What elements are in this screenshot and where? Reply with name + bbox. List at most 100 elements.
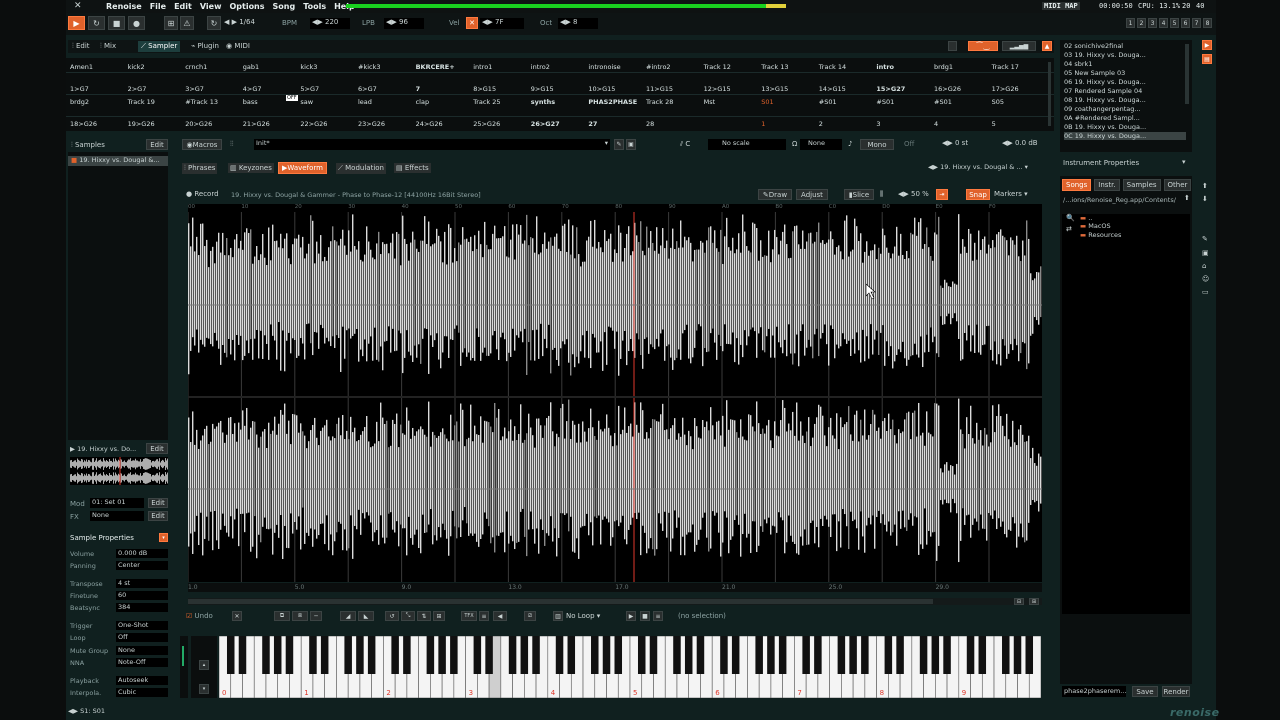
track-button-4[interactable]: 4 bbox=[1159, 18, 1168, 28]
octave-down-icon[interactable]: ▾ bbox=[199, 684, 209, 694]
home-icon[interactable]: ⌂ bbox=[1202, 262, 1206, 270]
macros-button[interactable]: ◉ Macros bbox=[182, 139, 222, 150]
piano-black-key[interactable] bbox=[861, 636, 869, 674]
matrix-cell[interactable]: 4>G7 bbox=[243, 85, 262, 93]
piano-black-key[interactable] bbox=[532, 636, 540, 674]
matrix-cell[interactable]: Track 19 bbox=[128, 98, 155, 106]
close-icon[interactable]: ✕ bbox=[74, 1, 82, 11]
crop-icon[interactable]: ⧄ bbox=[524, 611, 536, 621]
mono-button[interactable]: Mono bbox=[860, 139, 894, 150]
instrument-item[interactable]: 02 sonichive2final bbox=[1064, 42, 1186, 50]
transpose-field[interactable]: ◀▶ 0 st bbox=[942, 139, 968, 147]
matrix-cell[interactable]: 7 bbox=[416, 85, 421, 93]
matrix-cell[interactable]: kick2 bbox=[128, 63, 145, 71]
instrument-item[interactable]: 09 coathangerpentag... bbox=[1064, 105, 1186, 113]
zoom-out-icon[interactable]: ⊟ bbox=[1014, 598, 1024, 605]
tab-edit[interactable]: ⫶ Edit bbox=[72, 42, 90, 51]
loop-icon[interactable]: ▥ bbox=[553, 611, 563, 621]
matrix-cell[interactable]: Track 12 bbox=[704, 63, 731, 71]
piano-black-key[interactable] bbox=[262, 636, 270, 674]
piano-keyboard[interactable]: 0 1 2 3 4 5 6 7 8 9 bbox=[219, 636, 1041, 698]
matrix-cell[interactable]: PHAS2PHASE bbox=[588, 98, 637, 106]
piano-black-key[interactable] bbox=[567, 636, 576, 674]
menu-song[interactable]: Song bbox=[273, 2, 296, 11]
piano-black-key[interactable] bbox=[931, 636, 940, 674]
matrix-cell[interactable]: 5>G7 bbox=[300, 85, 319, 93]
piano-black-key[interactable] bbox=[755, 636, 763, 674]
prop-value-loop[interactable]: Off bbox=[116, 633, 168, 642]
matrix-cell[interactable]: S01 bbox=[761, 98, 773, 106]
piano-black-key[interactable] bbox=[696, 636, 705, 674]
matrix-cell[interactable]: lead bbox=[358, 98, 372, 106]
prop-value-panning[interactable]: Center bbox=[116, 561, 168, 570]
sample-mini-edit-button[interactable]: Edit bbox=[146, 443, 168, 454]
track-button-7[interactable]: 7 bbox=[1192, 18, 1201, 28]
copy-icon[interactable]: ⧉ bbox=[274, 611, 290, 621]
slice-button[interactable]: ▮ Slice bbox=[844, 189, 874, 200]
instrument-properties-header[interactable]: Instrument Properties ▾ bbox=[1060, 157, 1192, 169]
menu-file[interactable]: File bbox=[150, 2, 166, 11]
matrix-cell[interactable]: 10>G15 bbox=[588, 85, 615, 93]
tab-effects[interactable]: ▤ Effects bbox=[394, 163, 431, 173]
zoom-in-icon[interactable]: ⊞ bbox=[1029, 598, 1039, 605]
matrix-cell[interactable]: intro1 bbox=[473, 63, 492, 71]
piano-black-key[interactable] bbox=[238, 636, 247, 674]
matrix-cell[interactable]: 3 bbox=[876, 120, 880, 128]
matrix-cell[interactable]: 6>G7 bbox=[358, 85, 377, 93]
user-icon[interactable]: ☺ bbox=[1202, 275, 1209, 283]
piano-black-key[interactable] bbox=[367, 636, 376, 674]
prop-value-volume[interactable]: 0.000 dB bbox=[116, 549, 168, 558]
matrix-cell[interactable]: 9>G15 bbox=[531, 85, 554, 93]
track-button-2[interactable]: 2 bbox=[1137, 18, 1146, 28]
mod-edit-button[interactable]: Edit bbox=[148, 498, 168, 508]
instrument-item[interactable]: 0A #Rendered Sampl... bbox=[1064, 114, 1186, 122]
piano-black-key[interactable] bbox=[403, 636, 411, 674]
piano-black-key[interactable] bbox=[426, 636, 435, 674]
piano-black-key[interactable] bbox=[943, 636, 951, 674]
bottom-ruler[interactable]: 1.0 5.0 9.0 13.0 17.0 21.0 25.0 29.0 bbox=[188, 583, 1042, 592]
pencil-icon[interactable]: ✎ bbox=[1202, 235, 1208, 243]
editor-sample-select[interactable]: ◀▶ 19. Hixxy vs. Dougal & ... ▾ bbox=[928, 163, 1028, 171]
tab-mix[interactable]: ⫶ Mix bbox=[100, 42, 116, 51]
matrix-cell[interactable]: 2 bbox=[819, 120, 823, 128]
piano-black-key[interactable] bbox=[285, 636, 294, 674]
piano-black-key[interactable] bbox=[356, 636, 364, 674]
snap-button[interactable]: Snap bbox=[966, 189, 990, 200]
sample-selector[interactable]: ◀▶ S1: S01 bbox=[68, 707, 158, 717]
matrix-cell[interactable]: intronoise bbox=[588, 63, 620, 71]
piano-black-key[interactable] bbox=[520, 636, 529, 674]
matrix-cell[interactable]: 28 bbox=[646, 120, 654, 128]
matrix-cell[interactable]: 16>G26 bbox=[934, 85, 961, 93]
matrix-cell[interactable]: 13>G15 bbox=[761, 85, 788, 93]
menu-edit[interactable]: Edit bbox=[174, 2, 192, 11]
instrument-item[interactable]: 0C 19. Hixxy vs. Douga... bbox=[1064, 132, 1186, 140]
prop-value-finetune[interactable]: 60 bbox=[116, 591, 168, 600]
matrix-cell[interactable]: 8>G15 bbox=[473, 85, 496, 93]
record-icon[interactable]: ● bbox=[128, 16, 145, 30]
matrix-cell[interactable]: Track 17 bbox=[992, 63, 1019, 71]
render-button[interactable]: Render bbox=[1162, 686, 1190, 697]
maximize-icon[interactable] bbox=[948, 41, 957, 51]
matrix-scrollbar[interactable] bbox=[1048, 62, 1051, 126]
menu-renoise[interactable]: Renoise bbox=[106, 2, 142, 11]
chord-select[interactable]: None bbox=[800, 139, 842, 150]
tab-sampler[interactable]: ⟋ Sampler bbox=[138, 41, 181, 52]
matrix-cell[interactable]: 23>G26 bbox=[358, 120, 385, 128]
top-ruler[interactable]: 00 10 20 30 40 50 60 70 80 90 A0 B0 C0 D0 E0 F0 bbox=[188, 204, 1042, 212]
matrix-cell[interactable]: 4 bbox=[934, 120, 938, 128]
matrix-cell[interactable]: kick3 bbox=[300, 63, 317, 71]
piano-black-key[interactable] bbox=[438, 636, 446, 674]
file-item[interactable]: ▬ MacOS bbox=[1080, 222, 1111, 230]
samples-edit-button[interactable]: Edit bbox=[146, 139, 168, 150]
matrix-cell[interactable]: Amen1 bbox=[70, 63, 93, 71]
piano-black-key[interactable] bbox=[684, 636, 693, 674]
prop-value-transpose[interactable]: 4 st bbox=[116, 579, 168, 588]
matrix-cell[interactable]: 20>G26 bbox=[185, 120, 212, 128]
horizontal-scrollbar[interactable]: ⊟ ⊞ bbox=[188, 598, 1042, 605]
tab-plugin[interactable]: ⌁ Plugin bbox=[191, 42, 219, 50]
piano-black-key[interactable] bbox=[1013, 636, 1022, 674]
matrix-cell[interactable]: clap bbox=[416, 98, 430, 106]
filename-input[interactable]: phase2phaserem... bbox=[1062, 686, 1126, 697]
piano-black-key[interactable] bbox=[391, 636, 399, 674]
matrix-cell[interactable]: brdg1 bbox=[934, 63, 953, 71]
